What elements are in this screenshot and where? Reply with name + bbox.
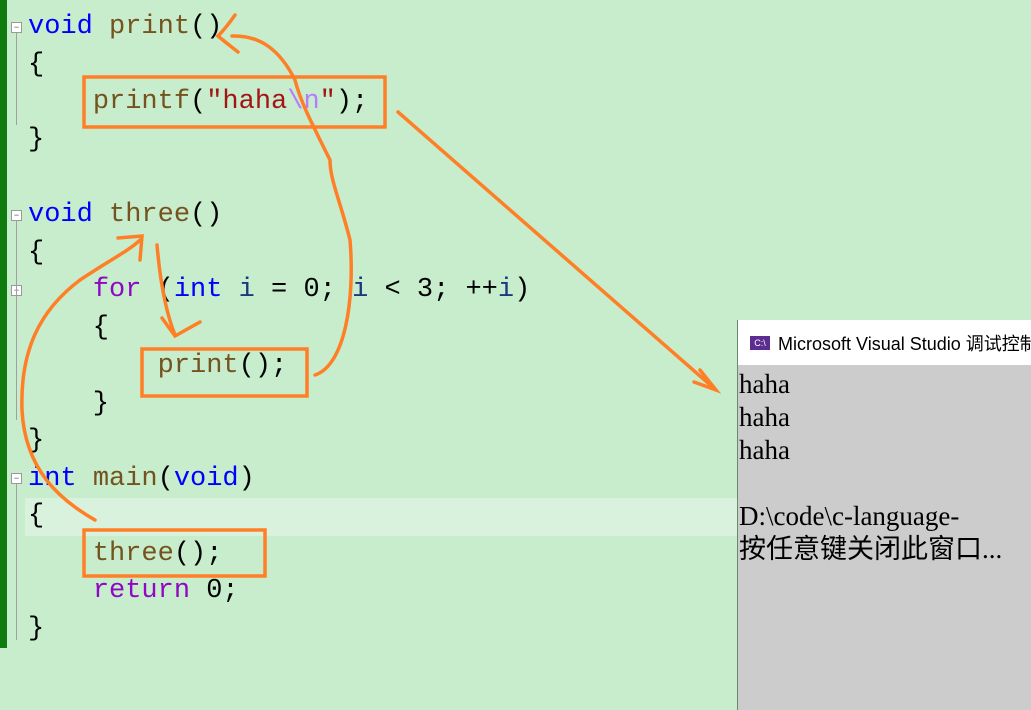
code-token: void: [28, 12, 93, 42]
code-token: 0;: [190, 576, 239, 606]
fold-main-toggle[interactable]: −: [11, 473, 22, 484]
code-token: "haha: [206, 87, 288, 117]
code-token: (: [141, 275, 174, 305]
code-token: three: [109, 200, 191, 230]
code-line[interactable]: return 0;: [28, 572, 239, 610]
code-token: }: [28, 426, 45, 456]
code-token: (): [190, 200, 223, 230]
code-token: i: [497, 275, 515, 305]
fold-three-toggle[interactable]: −: [11, 210, 22, 221]
console-output-line: haha: [739, 369, 790, 399]
code-line[interactable]: for (int i = 0; i < 3; ++i): [28, 271, 530, 309]
code-token: return: [92, 576, 191, 606]
code-token: ): [238, 464, 255, 494]
fold-guide: [16, 33, 17, 125]
code-token: three: [92, 539, 174, 569]
fold-guide: [16, 296, 17, 420]
code-line[interactable]: int main(void): [28, 460, 255, 498]
code-line[interactable]: printf("haha\n");: [28, 83, 368, 121]
code-token: ": [319, 87, 336, 117]
code-line[interactable]: three();: [28, 535, 223, 573]
console-output: haha haha haha D:\code\c-language- 按任意键关闭此窗…: [738, 365, 1031, 566]
code-token: (): [190, 12, 223, 42]
console-output-line: haha: [739, 402, 790, 432]
code-token: void: [28, 200, 93, 230]
code-token: main: [92, 464, 158, 494]
code-token: i: [238, 275, 255, 305]
code-token: }: [28, 614, 45, 644]
code-line[interactable]: {: [28, 497, 44, 535]
console-app-icon: C:\: [750, 335, 770, 350]
change-indicator-bar: [0, 0, 7, 648]
console-output-line: 按任意键关闭此窗口...: [739, 534, 1003, 564]
code-token: i: [352, 275, 369, 305]
console-output-line: haha: [739, 435, 790, 465]
code-token: }: [28, 389, 110, 419]
code-token: ): [514, 275, 531, 305]
code-token: for: [92, 275, 142, 305]
code-token: void: [173, 464, 239, 494]
code-token: (: [157, 464, 174, 494]
code-line[interactable]: }: [28, 385, 109, 423]
code-line[interactable]: {: [28, 234, 44, 272]
code-token: print: [157, 351, 239, 381]
code-line[interactable]: }: [28, 422, 44, 460]
code-line[interactable]: void three(): [28, 196, 222, 234]
fold-print-toggle[interactable]: −: [11, 22, 22, 33]
console-title-bar[interactable]: C:\ Microsoft Visual Studio 调试控制台: [738, 320, 1031, 365]
code-token: ();: [173, 539, 223, 569]
code-line[interactable]: print();: [28, 347, 288, 385]
fold-guide: [16, 484, 17, 640]
code-token: (: [190, 87, 207, 117]
code-token: int: [28, 464, 77, 494]
code-line[interactable]: {: [28, 309, 109, 347]
code-token: ();: [238, 351, 288, 381]
code-token: {: [28, 313, 110, 343]
code-line[interactable]: }: [28, 610, 44, 648]
code-token: {: [28, 50, 45, 80]
code-token: \n: [287, 87, 320, 117]
debug-console-window[interactable]: C:\ Microsoft Visual Studio 调试控制台 haha ha…: [737, 320, 1031, 710]
console-title: Microsoft Visual Studio 调试控制台: [778, 333, 1031, 354]
code-line[interactable]: {: [28, 46, 44, 84]
code-token: = 0;: [254, 275, 353, 305]
console-output-line: D:\code\c-language-: [739, 501, 960, 531]
code-token: );: [335, 87, 369, 117]
code-token: int: [173, 275, 223, 305]
code-token: {: [28, 238, 45, 268]
code-line[interactable]: }: [28, 121, 44, 159]
code-token: printf: [92, 87, 191, 117]
code-token: print: [109, 12, 191, 42]
code-token: < 3; ++: [368, 275, 498, 305]
code-line[interactable]: void print(): [28, 8, 222, 46]
code-token: }: [28, 125, 45, 155]
current-line-highlight: [25, 498, 737, 536]
code-token: {: [28, 501, 45, 531]
